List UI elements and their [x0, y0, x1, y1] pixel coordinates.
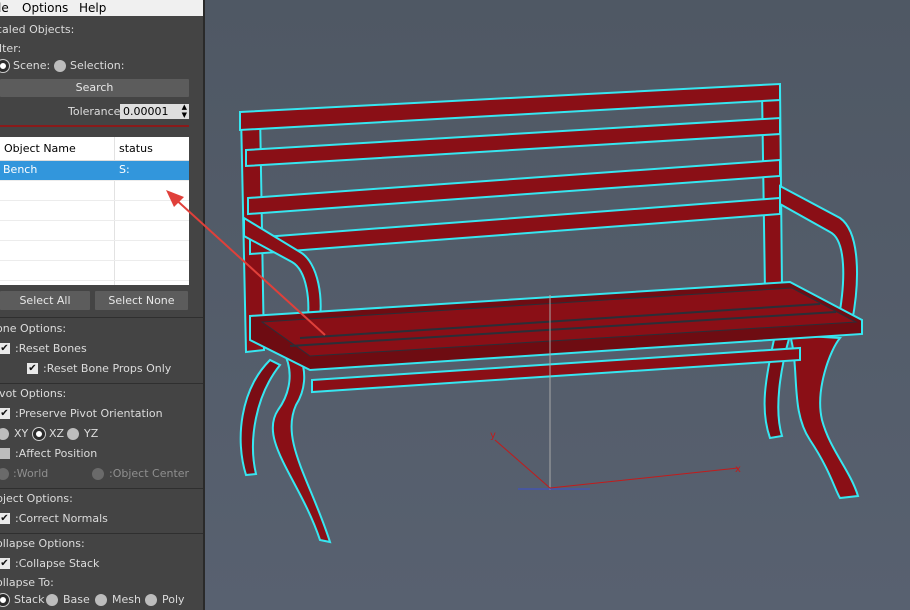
gizmo-y-label: y	[490, 430, 496, 441]
bench-model[interactable]	[239, 82, 863, 544]
gizmo-x-label: x	[735, 464, 741, 475]
gizmo-y-axis	[494, 439, 551, 489]
scene-overlay: x y	[166, 82, 863, 544]
gizmo-x-axis	[549, 467, 739, 489]
